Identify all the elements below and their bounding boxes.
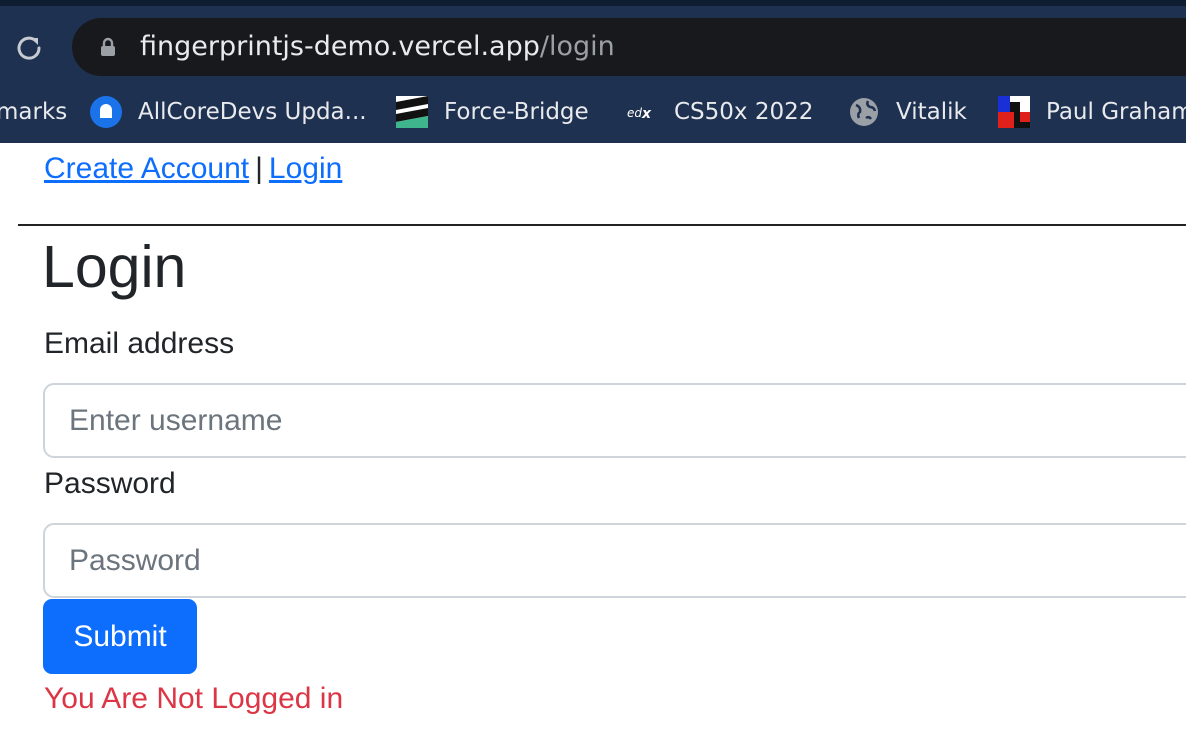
- lock-icon: [98, 37, 118, 57]
- reload-icon[interactable]: [14, 32, 44, 62]
- login-link[interactable]: Login: [269, 152, 342, 185]
- nav-separator: |: [255, 152, 263, 185]
- bookmark-label: CS50x 2022: [674, 99, 814, 125]
- bookmark-label: marks: [0, 99, 68, 125]
- globe-icon: [848, 96, 880, 128]
- password-field[interactable]: [43, 523, 1186, 598]
- url-host: fingerprintjs-demo.vercel.app: [140, 31, 540, 62]
- create-account-link[interactable]: Create Account: [44, 152, 249, 185]
- submit-button[interactable]: Submit: [43, 599, 197, 674]
- edx-icon: ed x: [626, 96, 658, 128]
- bookmark-label: Force-Bridge: [444, 99, 589, 125]
- divider: [18, 224, 1186, 226]
- password-label: Password: [44, 467, 176, 500]
- top-nav: Create Account | Login: [44, 151, 342, 187]
- email-field[interactable]: [43, 383, 1186, 458]
- svg-text:ed: ed: [627, 106, 642, 120]
- page-title: Login: [42, 234, 187, 300]
- bookmarks-bar: marks AllCoreDevs Upda... Force-Bridge e…: [0, 92, 1186, 132]
- login-status-message: You Are Not Logged in: [44, 682, 344, 715]
- url-text[interactable]: fingerprintjs-demo.vercel.app/login: [140, 31, 615, 63]
- bookmark-label: AllCoreDevs Upda...: [138, 99, 367, 125]
- bookmark-paul-graham[interactable]: Paul Graham: [998, 92, 1186, 132]
- pg-icon: [998, 96, 1030, 128]
- browser-chrome: fingerprintjs-demo.vercel.app/login mark…: [0, 0, 1186, 143]
- bookmark-force-bridge[interactable]: Force-Bridge: [396, 92, 589, 132]
- bookmark-allcoredevs[interactable]: AllCoreDevs Upda...: [90, 92, 367, 132]
- url-path: /login: [539, 31, 615, 62]
- stripes-icon: [396, 96, 428, 128]
- bookmark-folder-marks[interactable]: marks: [0, 92, 67, 132]
- blue-circle-icon: [90, 96, 122, 128]
- page-content: Create Account | Login Login Email address…: [0, 143, 1186, 748]
- bookmark-vitalik[interactable]: Vitalik: [848, 92, 967, 132]
- bookmark-label: Paul Graham: [1046, 99, 1186, 125]
- bookmark-cs50x[interactable]: ed x CS50x 2022: [626, 92, 813, 132]
- bookmark-label: Vitalik: [896, 99, 967, 125]
- email-label: Email address: [44, 327, 235, 360]
- svg-text:x: x: [641, 106, 652, 122]
- address-bar[interactable]: fingerprintjs-demo.vercel.app/login: [72, 18, 1186, 76]
